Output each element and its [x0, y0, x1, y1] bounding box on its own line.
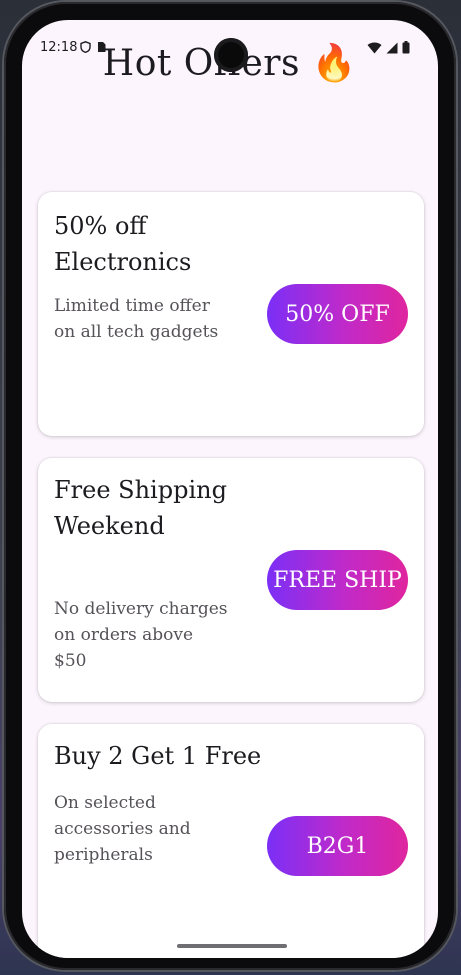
- offer-badge-button[interactable]: B2G1: [267, 816, 408, 876]
- offer-description: No delivery charges on orders above $50: [54, 599, 228, 671]
- offer-card[interactable]: Buy 2 Get 1 Free On selected accessories…: [38, 724, 424, 958]
- offer-title: 50% off Electronics: [54, 212, 192, 276]
- front-camera: [214, 38, 248, 72]
- phone-frame: 12:18 Hot 🔥 50% off Electronics Limited …: [4, 2, 456, 970]
- offer-card[interactable]: Free Shipping Weekend No delivery charge…: [38, 458, 424, 702]
- offer-badge-button[interactable]: 50% OFF: [267, 284, 408, 344]
- offer-description: On selected accessories and peripherals: [54, 793, 191, 865]
- offer-card[interactable]: 50% off Electronics Limited time offer o…: [38, 192, 424, 436]
- offer-description: Limited time offer on all tech gadgets: [54, 296, 219, 342]
- offer-title: Free Shipping Weekend: [54, 476, 227, 540]
- offer-badge-button[interactable]: FREE SHIP: [267, 550, 408, 610]
- app-screen: 12:18 Hot 🔥 50% off Electronics Limited …: [22, 20, 438, 958]
- home-indicator[interactable]: [177, 944, 287, 948]
- offer-title: Buy 2 Get 1 Free: [54, 742, 262, 770]
